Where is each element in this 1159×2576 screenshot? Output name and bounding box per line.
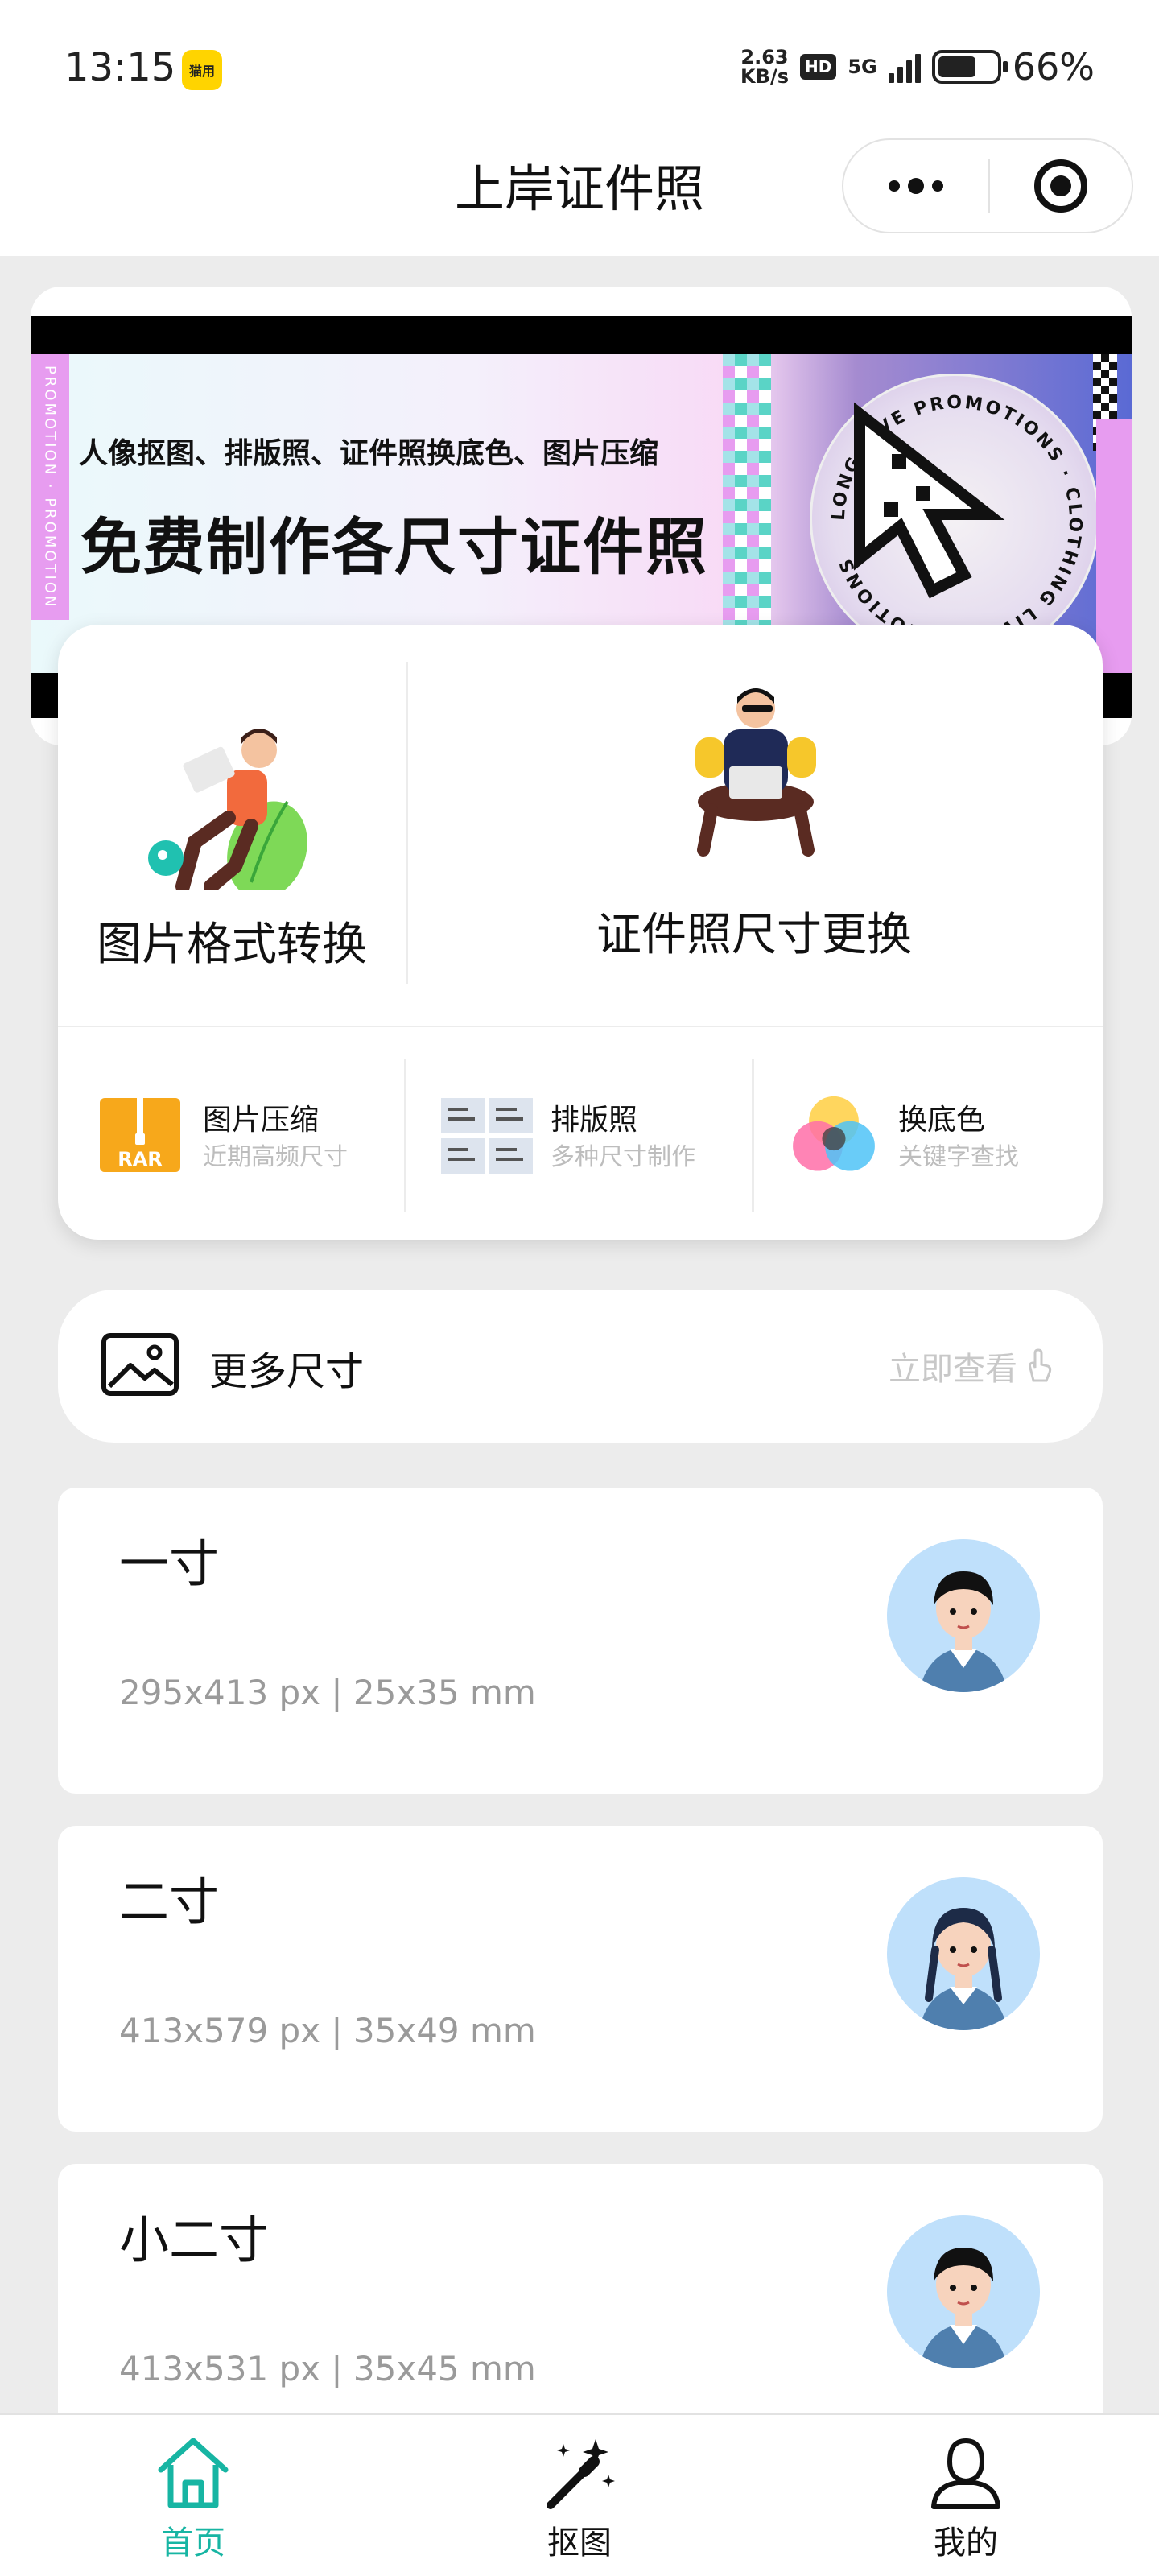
- target-icon: [1034, 159, 1087, 213]
- size-dimensions: 295x413 px | 25x35 mm: [119, 1673, 536, 1712]
- girl-avatar-icon: [887, 1877, 1040, 2030]
- change-background-subtitle: 关键字查找: [898, 1143, 1019, 1171]
- close-mini-program-button[interactable]: [990, 159, 1132, 213]
- signal-icon: [888, 51, 921, 83]
- change-background-title: 换底色: [898, 1104, 986, 1137]
- compress-image-subtitle: 近期高频尺寸: [203, 1143, 348, 1171]
- more-sizes-label: 更多尺寸: [209, 1349, 365, 1394]
- more-sizes-row[interactable]: 更多尺寸 立即查看: [58, 1290, 1103, 1443]
- banner-left-strip: PROMOTION · PROMOTION: [31, 354, 69, 620]
- magic-wand-icon: [547, 2439, 615, 2509]
- feature-panel: 图片格式转换 证件照尺寸更换 RAR 图片压缩 近期高频尺寸 排版照 多种尺寸制…: [58, 625, 1103, 1240]
- size-card-one-inch[interactable]: 一寸 295x413 px | 25x35 mm: [58, 1488, 1103, 1794]
- mini-program-capsule: [842, 138, 1133, 233]
- bottom-tab-bar: 首页 抠图 我的: [0, 2413, 1159, 2576]
- more-options-button[interactable]: [843, 140, 988, 232]
- network-type: 5G: [848, 56, 877, 78]
- battery-icon: [931, 50, 1008, 84]
- small-features-row: RAR 图片压缩 近期高频尺寸 排版照 多种尺寸制作 换底色 关键字查找: [58, 1027, 1103, 1240]
- status-indicators: 2.63 KB/s HD 5G 66%: [740, 45, 1095, 89]
- color-circles-icon: [793, 1096, 875, 1171]
- cursor-icon: [854, 402, 1005, 599]
- layout-photo-button[interactable]: 排版照 多种尺寸制作: [406, 1027, 753, 1240]
- tab-home-label: 首页: [161, 2524, 225, 2562]
- size-name: 小二寸: [119, 2211, 270, 2269]
- status-time: 13:15: [64, 45, 176, 90]
- layout-grid-icon: [441, 1098, 533, 1174]
- format-convert-button[interactable]: 图片格式转换: [58, 625, 406, 1027]
- size-name: 一寸: [119, 1534, 220, 1593]
- size-dimensions: 413x579 px | 35x49 mm: [119, 2011, 536, 2050]
- layout-photo-subtitle: 多种尺寸制作: [551, 1143, 695, 1171]
- view-now-link[interactable]: 立即查看: [889, 1343, 1054, 1389]
- tab-mine[interactable]: 我的: [773, 2415, 1159, 2576]
- banner-title: 免费制作各尺寸证件照: [80, 511, 708, 583]
- compress-image-button[interactable]: RAR 图片压缩 近期高频尺寸: [58, 1027, 406, 1240]
- tab-home[interactable]: 首页: [0, 2415, 386, 2576]
- change-background-button[interactable]: 换底色 关键字查找: [753, 1027, 1101, 1240]
- hd-icon: HD: [800, 54, 837, 80]
- network-speed: 2.63 KB/s: [740, 46, 789, 88]
- layout-photo-title: 排版照: [551, 1104, 638, 1137]
- compress-image-title: 图片压缩: [203, 1104, 320, 1137]
- size-card-two-inch[interactable]: 二寸 413x579 px | 35x49 mm: [58, 1826, 1103, 2132]
- rar-archive-icon: RAR: [100, 1098, 180, 1172]
- size-change-button[interactable]: 证件照尺寸更换: [406, 625, 1103, 1027]
- size-name: 二寸: [119, 1872, 220, 1931]
- size-change-label: 证件照尺寸更换: [596, 909, 912, 961]
- boy-avatar-icon: [887, 1539, 1040, 1692]
- tab-mine-label: 我的: [934, 2524, 998, 2562]
- boy-avatar-icon: [887, 2215, 1040, 2368]
- size-dimensions: 413x531 px | 35x45 mm: [119, 2349, 536, 2388]
- banner-subtitle: 人像抠图、排版照、证件照换底色、图片压缩: [79, 437, 659, 470]
- user-icon: [931, 2438, 1000, 2509]
- tap-hand-icon: [1029, 1348, 1052, 1382]
- image-icon: [101, 1333, 179, 1396]
- svg-text:RAR: RAR: [118, 1148, 163, 1170]
- size-change-illustration: [695, 688, 816, 857]
- format-convert-label: 图片格式转换: [97, 919, 367, 971]
- format-convert-illustration: [148, 729, 307, 890]
- home-icon: [158, 2438, 229, 2508]
- tab-cutout-label: 抠图: [547, 2524, 612, 2562]
- status-bar: 13:15 猫用 2.63 KB/s HD 5G 66%: [0, 0, 1159, 137]
- app-notification-icon: 猫用: [182, 50, 222, 90]
- tab-cutout[interactable]: 抠图: [386, 2415, 773, 2576]
- battery-percent: 66%: [1012, 45, 1095, 89]
